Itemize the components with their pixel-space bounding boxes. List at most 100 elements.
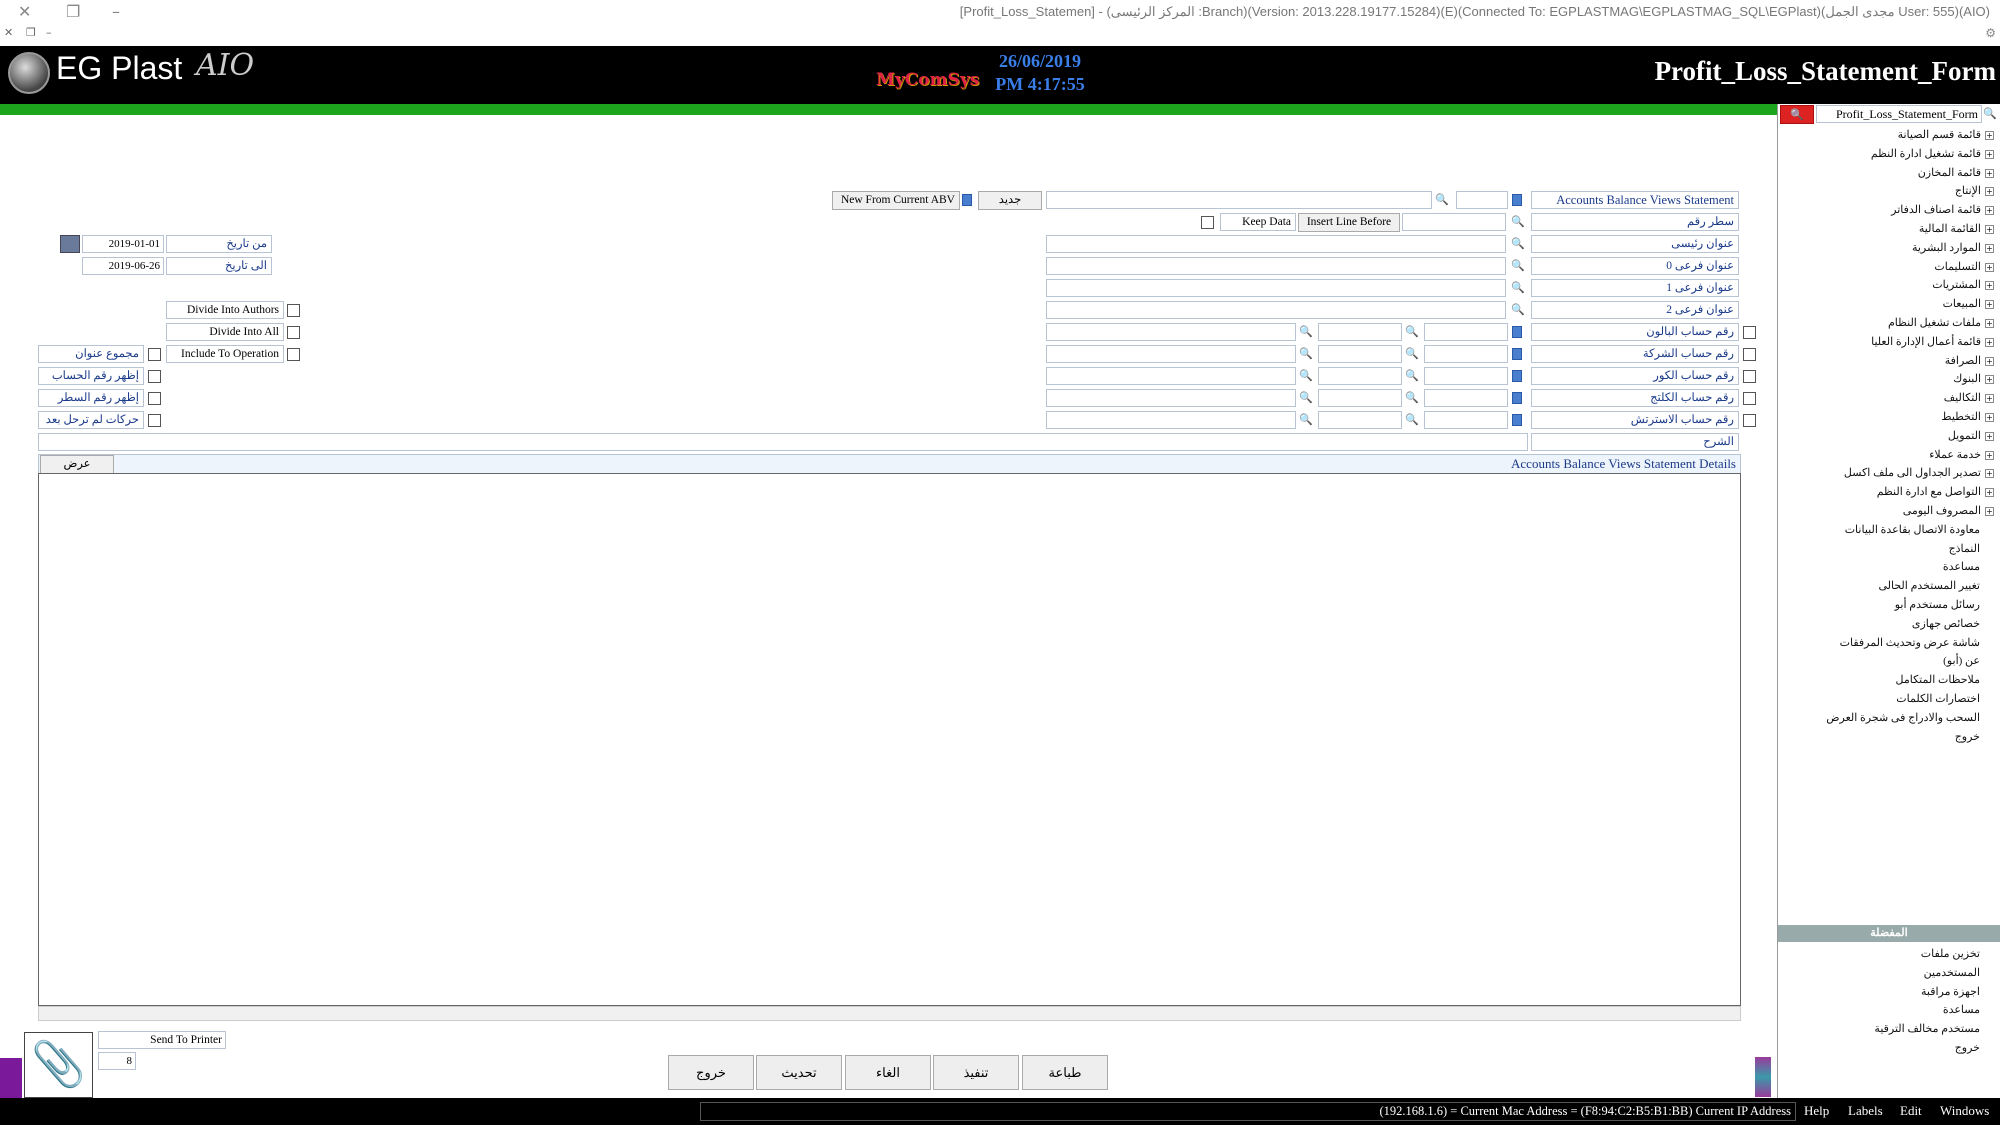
abv-code-input[interactable] xyxy=(1456,191,1508,209)
expand-icon[interactable]: + xyxy=(1985,187,1994,197)
search-icon[interactable]: 🔍 xyxy=(1510,214,1526,230)
execute-button[interactable]: تنفيذ xyxy=(933,1055,1019,1090)
expand-icon[interactable]: + xyxy=(1985,168,1994,178)
sidebar-item[interactable]: السحب والادراج فى شجرة العرض xyxy=(1826,711,1980,724)
keep-data-checkbox[interactable] xyxy=(1201,216,1214,229)
expand-icon[interactable]: + xyxy=(1985,469,1994,479)
account-no-input[interactable] xyxy=(1424,389,1508,407)
account-row-checkbox[interactable] xyxy=(1743,326,1756,339)
account-name-input[interactable] xyxy=(1046,323,1296,341)
account-name-input[interactable] xyxy=(1046,367,1296,385)
expand-icon[interactable]: + xyxy=(1985,506,1994,516)
sidebar-tree-item[interactable]: قائمة اصناف الدفاتر + xyxy=(1891,203,1994,216)
sidebar-tree-item[interactable]: القائمة المالية + xyxy=(1919,222,1994,235)
sidebar-tree-item[interactable]: التواصل مع ادارة النظم + xyxy=(1877,485,1994,498)
favorite-item[interactable]: خروج xyxy=(1955,1041,1980,1054)
sidebar-tree-item[interactable]: قائمة تشغيل ادارة النظم + xyxy=(1871,147,1994,160)
search-icon[interactable]: 🔍 xyxy=(1510,302,1526,318)
books-icon[interactable] xyxy=(1755,1057,1771,1097)
refresh-button[interactable]: تحديث xyxy=(756,1055,842,1090)
search-icon[interactable]: 🔍 xyxy=(1298,412,1314,428)
search-icon[interactable]: 🔍 xyxy=(1434,192,1450,208)
cancel-button[interactable]: الغاء xyxy=(845,1055,931,1090)
new-button[interactable]: جديد xyxy=(978,191,1042,210)
favorite-item[interactable]: تخزين ملفات xyxy=(1921,947,1980,960)
account-no-input[interactable] xyxy=(1424,367,1508,385)
sidebar-tree-item[interactable]: قائمة المخازن + xyxy=(1918,166,1994,179)
sidebar-tree-item[interactable]: تصدير الجداول الى ملف اكسل + xyxy=(1844,466,1994,479)
sub-title-1-input[interactable] xyxy=(1046,279,1506,297)
mdi-restore-icon[interactable]: ❐ xyxy=(26,26,36,39)
sidebar-tree-item[interactable]: الموارد البشرية + xyxy=(1912,241,1994,254)
line-no-input[interactable] xyxy=(1402,213,1506,231)
show-account-no-checkbox[interactable] xyxy=(148,370,161,383)
settings-icon[interactable]: ⚙ xyxy=(1985,26,1996,40)
sidebar-item[interactable]: النماذج xyxy=(1949,542,1980,555)
sub-title-0-input[interactable] xyxy=(1046,257,1506,275)
expand-icon[interactable]: + xyxy=(1985,300,1994,310)
favorite-item[interactable]: المستخدمين xyxy=(1924,966,1980,979)
to-date-input[interactable]: 2019-06-26 xyxy=(82,257,164,275)
title-total-checkbox[interactable] xyxy=(148,348,161,361)
sidebar-item[interactable]: خصائص جهازى xyxy=(1912,617,1980,630)
sidebar-item[interactable]: اختصارات الكلمات xyxy=(1896,692,1980,705)
expand-icon[interactable]: + xyxy=(1985,356,1994,366)
menu-edit[interactable]: Edit xyxy=(1900,1103,1922,1119)
printer-select[interactable]: Send To Printer xyxy=(98,1031,226,1049)
expand-icon[interactable]: + xyxy=(1985,149,1994,159)
account-picker-icon[interactable] xyxy=(1512,370,1522,382)
account-name-input[interactable] xyxy=(1046,389,1296,407)
from-date-input[interactable]: 2019-01-01 xyxy=(82,235,164,253)
print-button[interactable]: طباعة xyxy=(1022,1055,1108,1090)
search-icon[interactable]: 🔍 xyxy=(1404,412,1420,428)
abv-copy-icon[interactable] xyxy=(962,194,972,206)
sidebar-tree-item[interactable]: الإنتاج + xyxy=(1955,184,1994,197)
search-icon[interactable]: 🔍 xyxy=(1298,390,1314,406)
main-title-input[interactable] xyxy=(1046,235,1506,253)
account-row-checkbox[interactable] xyxy=(1743,392,1756,405)
search-icon[interactable]: 🔍 xyxy=(1298,368,1314,384)
sidebar-item[interactable]: رسائل مستخدم أبو xyxy=(1895,598,1980,611)
account-picker-icon[interactable] xyxy=(1512,392,1522,404)
details-grid[interactable] xyxy=(38,473,1741,1006)
account-picker-icon[interactable] xyxy=(1512,348,1522,360)
search-input[interactable]: Profit_Loss_Statement_Form xyxy=(1816,105,1982,123)
sidebar-item[interactable]: ملاحظات المتكامل xyxy=(1896,673,1980,686)
abv-picker-icon[interactable] xyxy=(1512,194,1522,206)
sidebar-tree-item[interactable]: التكاليف + xyxy=(1944,391,1994,404)
sidebar-tree-item[interactable]: الصرافة + xyxy=(1945,354,1994,367)
expand-icon[interactable]: + xyxy=(1985,130,1994,140)
sidebar-tree-item[interactable]: المشتريات + xyxy=(1932,278,1994,291)
unposted-checkbox[interactable] xyxy=(148,414,161,427)
menu-labels[interactable]: Labels xyxy=(1848,1103,1883,1119)
sidebar-tree-item[interactable]: المبيعات + xyxy=(1943,297,1994,310)
account-row-checkbox[interactable] xyxy=(1743,370,1756,383)
expand-icon[interactable]: + xyxy=(1985,318,1994,328)
account-code-input[interactable] xyxy=(1318,367,1402,385)
horizontal-scrollbar[interactable] xyxy=(38,1006,1741,1021)
account-no-input[interactable] xyxy=(1424,345,1508,363)
account-no-input[interactable] xyxy=(1424,323,1508,341)
favorite-item[interactable]: مستخدم مخالف الترقية xyxy=(1874,1022,1980,1035)
expand-icon[interactable]: + xyxy=(1985,337,1994,347)
restore-icon[interactable]: ❐ xyxy=(66,2,80,21)
expand-icon[interactable]: + xyxy=(1985,281,1994,291)
search-icon[interactable]: 🔍 xyxy=(1404,324,1420,340)
expand-icon[interactable]: + xyxy=(1985,224,1994,234)
side-tab[interactable] xyxy=(0,1058,22,1098)
expand-icon[interactable]: + xyxy=(1985,394,1994,404)
account-name-input[interactable] xyxy=(1046,411,1296,429)
divide-all-checkbox[interactable] xyxy=(287,326,300,339)
expand-icon[interactable]: + xyxy=(1985,431,1994,441)
sub-title-2-input[interactable] xyxy=(1046,301,1506,319)
show-button[interactable]: عرض xyxy=(40,455,114,474)
account-code-input[interactable] xyxy=(1318,323,1402,341)
search-icon[interactable]: 🔍 xyxy=(1780,105,1814,124)
sidebar-item[interactable]: تغيير المستخدم الحالى xyxy=(1878,579,1980,592)
calendar-icon[interactable] xyxy=(60,235,80,253)
expand-icon[interactable]: + xyxy=(1985,262,1994,272)
account-code-input[interactable] xyxy=(1318,389,1402,407)
minimize-icon[interactable]: – xyxy=(112,2,120,21)
sidebar-item[interactable]: مساعدة xyxy=(1943,560,1980,573)
description-input[interactable] xyxy=(38,433,1528,451)
